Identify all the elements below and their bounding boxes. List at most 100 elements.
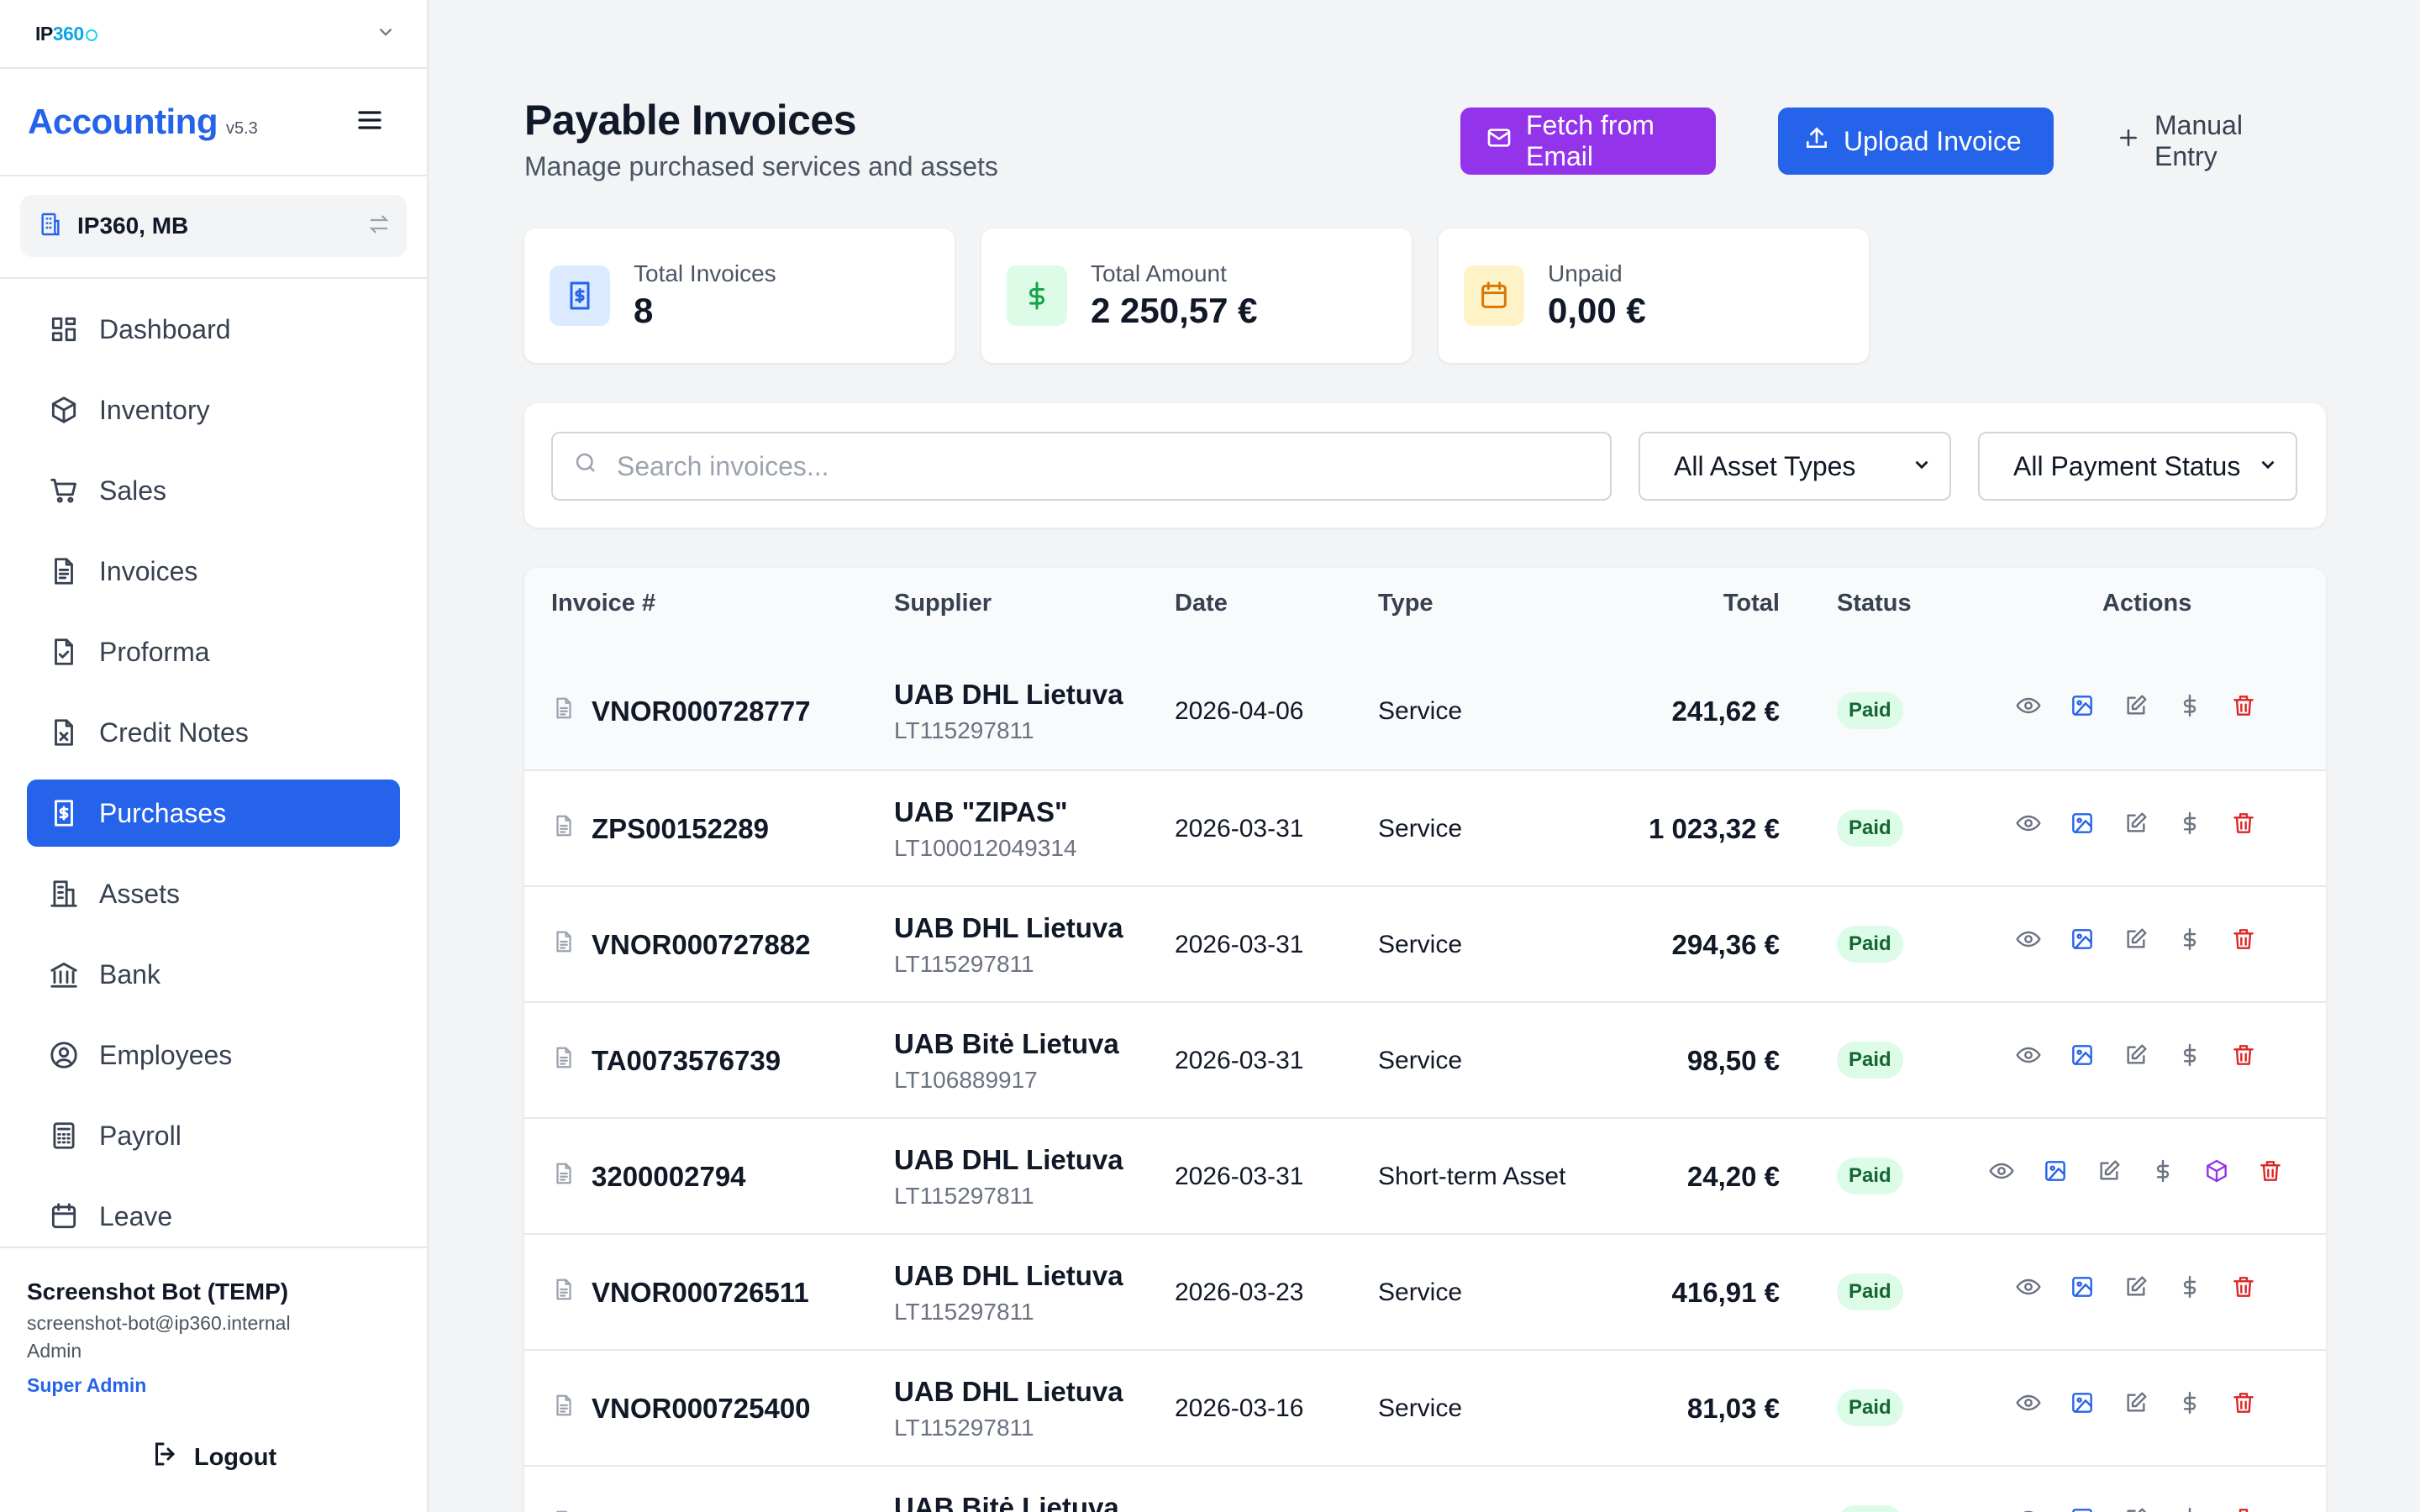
edit-button[interactable] (2121, 810, 2151, 840)
sidebar-item-label: Sales (99, 475, 167, 506)
image-button[interactable] (2040, 1158, 2070, 1188)
table-row[interactable]: 3200002794 UAB DHL Lietuva LT115297811 2026… (524, 1117, 2326, 1233)
sidebar-item-assets[interactable]: Assets (27, 860, 400, 927)
header-status[interactable]: Status (1837, 590, 1912, 617)
delete-button[interactable] (2228, 810, 2259, 840)
sidebar-item-payroll[interactable]: Payroll (27, 1102, 400, 1169)
table-row[interactable]: TA0073104864UAB Bitė Lietuva2026-02-28Se… (524, 1465, 2326, 1512)
manual-entry-button[interactable]: Manual Entry (2091, 108, 2334, 175)
invoice-number[interactable]: ZPS00152289 (592, 813, 769, 845)
upload-invoice-button[interactable]: Upload Invoice (1778, 108, 2054, 175)
status-badge: Paid (1837, 1505, 1903, 1512)
payment-button[interactable] (2175, 1505, 2205, 1512)
edit-button[interactable] (2121, 1042, 2151, 1072)
image-button[interactable] (2067, 1042, 2097, 1072)
payment-button[interactable] (2175, 1042, 2205, 1072)
asset-type-select[interactable]: All Asset Types (1639, 432, 1951, 501)
table-row[interactable]: VNOR000726511 UAB DHL Lietuva LT115297811 2… (524, 1233, 2326, 1349)
header-date[interactable]: Date (1175, 590, 1228, 617)
sidebar-item-dashboard[interactable]: Dashboard (27, 296, 400, 363)
edit-button[interactable] (2121, 1273, 2151, 1304)
eye-icon (2015, 1273, 2042, 1305)
sidebar-item-invoices[interactable]: Invoices (27, 538, 400, 605)
image-button[interactable] (2067, 1273, 2097, 1304)
invoice-number[interactable]: VNOR000725400 (592, 1393, 811, 1425)
payment-button[interactable] (2148, 1158, 2178, 1188)
table-row[interactable]: TA0073576739 UAB Bitė Lietuva LT106889917 2… (524, 1001, 2326, 1117)
edit-button[interactable] (2121, 1505, 2151, 1512)
edit-icon (2123, 1389, 2149, 1420)
invoice-date: 2026-03-31 (1175, 931, 1304, 958)
hamburger-menu-icon[interactable] (355, 105, 385, 139)
search-input[interactable]: Search invoices... (551, 432, 1612, 501)
image-button[interactable] (2067, 926, 2097, 956)
sidebar-item-employees[interactable]: Employees (27, 1021, 400, 1089)
trash-icon (2257, 1158, 2284, 1189)
edit-button[interactable] (2094, 1158, 2124, 1188)
view-button[interactable] (2013, 1042, 2044, 1072)
table-row[interactable]: VNOR000725400 UAB DHL Lietuva LT115297811 2… (524, 1349, 2326, 1465)
sidebar-item-inventory[interactable]: Inventory (27, 376, 400, 444)
header-supplier[interactable]: Supplier (894, 590, 992, 617)
organization-selector[interactable]: IP360, MB (20, 195, 407, 257)
table-row[interactable]: VNOR000727882 UAB DHL Lietuva LT115297811 2… (524, 885, 2326, 1001)
swap-arrows-icon[interactable] (366, 212, 392, 241)
invoice-number[interactable]: VNOR000728777 (592, 696, 811, 727)
edit-icon (2123, 1273, 2149, 1305)
delete-button[interactable] (2228, 926, 2259, 956)
payment-button[interactable] (2175, 692, 2205, 722)
view-button[interactable] (2013, 1505, 2044, 1512)
fetch-from-email-button[interactable]: Fetch from Email (1460, 108, 1716, 175)
invoice-number[interactable]: 3200002794 (592, 1161, 746, 1193)
invoice-number[interactable]: VNOR000727882 (592, 929, 811, 961)
view-button[interactable] (2013, 1389, 2044, 1420)
stat-label: Unpaid (1548, 260, 1623, 286)
sidebar-item-proforma[interactable]: Proforma (27, 618, 400, 685)
sidebar-item-leave[interactable]: Leave (27, 1183, 400, 1250)
delete-button[interactable] (2228, 1273, 2259, 1304)
payment-button[interactable] (2175, 810, 2205, 840)
view-button[interactable] (1986, 1158, 2017, 1188)
sidebar-item-credit-notes[interactable]: Credit Notes (27, 699, 400, 766)
sidebar-item-sales[interactable]: Sales (27, 457, 400, 524)
sidebar-item-purchases[interactable]: Purchases (27, 780, 400, 847)
edit-button[interactable] (2121, 926, 2151, 956)
invoice-number[interactable]: TA0073576739 (592, 1045, 781, 1077)
status-badge: Paid (1837, 692, 1903, 729)
invoice-number[interactable]: VNOR000726511 (592, 1277, 809, 1309)
delete-button[interactable] (2228, 1505, 2259, 1512)
delete-button[interactable] (2228, 1042, 2259, 1072)
header-total[interactable]: Total (1723, 590, 1780, 617)
delete-button[interactable] (2228, 1389, 2259, 1420)
view-button[interactable] (2013, 926, 2044, 956)
chevron-down-icon[interactable] (375, 21, 397, 47)
delete-button[interactable] (2228, 692, 2259, 722)
image-button[interactable] (2067, 1505, 2097, 1512)
logout-button[interactable]: Logout (27, 1439, 400, 1476)
payment-status-select[interactable]: All Payment Status (1978, 432, 2297, 501)
eye-icon (2015, 692, 2042, 723)
image-button[interactable] (2067, 810, 2097, 840)
invoice-number[interactable]: TA0073104864 (592, 1509, 781, 1512)
sidebar-item-bank[interactable]: Bank (27, 941, 400, 1008)
header-type[interactable]: Type (1378, 590, 1434, 617)
image-button[interactable] (2067, 1389, 2097, 1420)
view-button[interactable] (2013, 692, 2044, 722)
dollar-icon (1007, 265, 1067, 326)
asset-button[interactable] (2202, 1158, 2232, 1188)
table-row[interactable]: VNOR000728777 UAB DHL Lietuva LT115297811 2… (524, 654, 2326, 769)
view-button[interactable] (2013, 810, 2044, 840)
payment-button[interactable] (2175, 1389, 2205, 1420)
table-row[interactable]: ZPS00152289 UAB "ZIPAS" LT100012049314 2026… (524, 769, 2326, 885)
view-button[interactable] (2013, 1273, 2044, 1304)
super-admin-link[interactable]: Super Admin (27, 1374, 400, 1397)
eye-icon (2015, 1389, 2042, 1420)
header-invoice-number[interactable]: Invoice # (551, 590, 655, 617)
org-switcher-top[interactable]: IP360 (0, 0, 427, 69)
payment-button[interactable] (2175, 1273, 2205, 1304)
edit-button[interactable] (2121, 692, 2151, 722)
payment-button[interactable] (2175, 926, 2205, 956)
image-button[interactable] (2067, 692, 2097, 722)
edit-button[interactable] (2121, 1389, 2151, 1420)
delete-button[interactable] (2255, 1158, 2286, 1188)
